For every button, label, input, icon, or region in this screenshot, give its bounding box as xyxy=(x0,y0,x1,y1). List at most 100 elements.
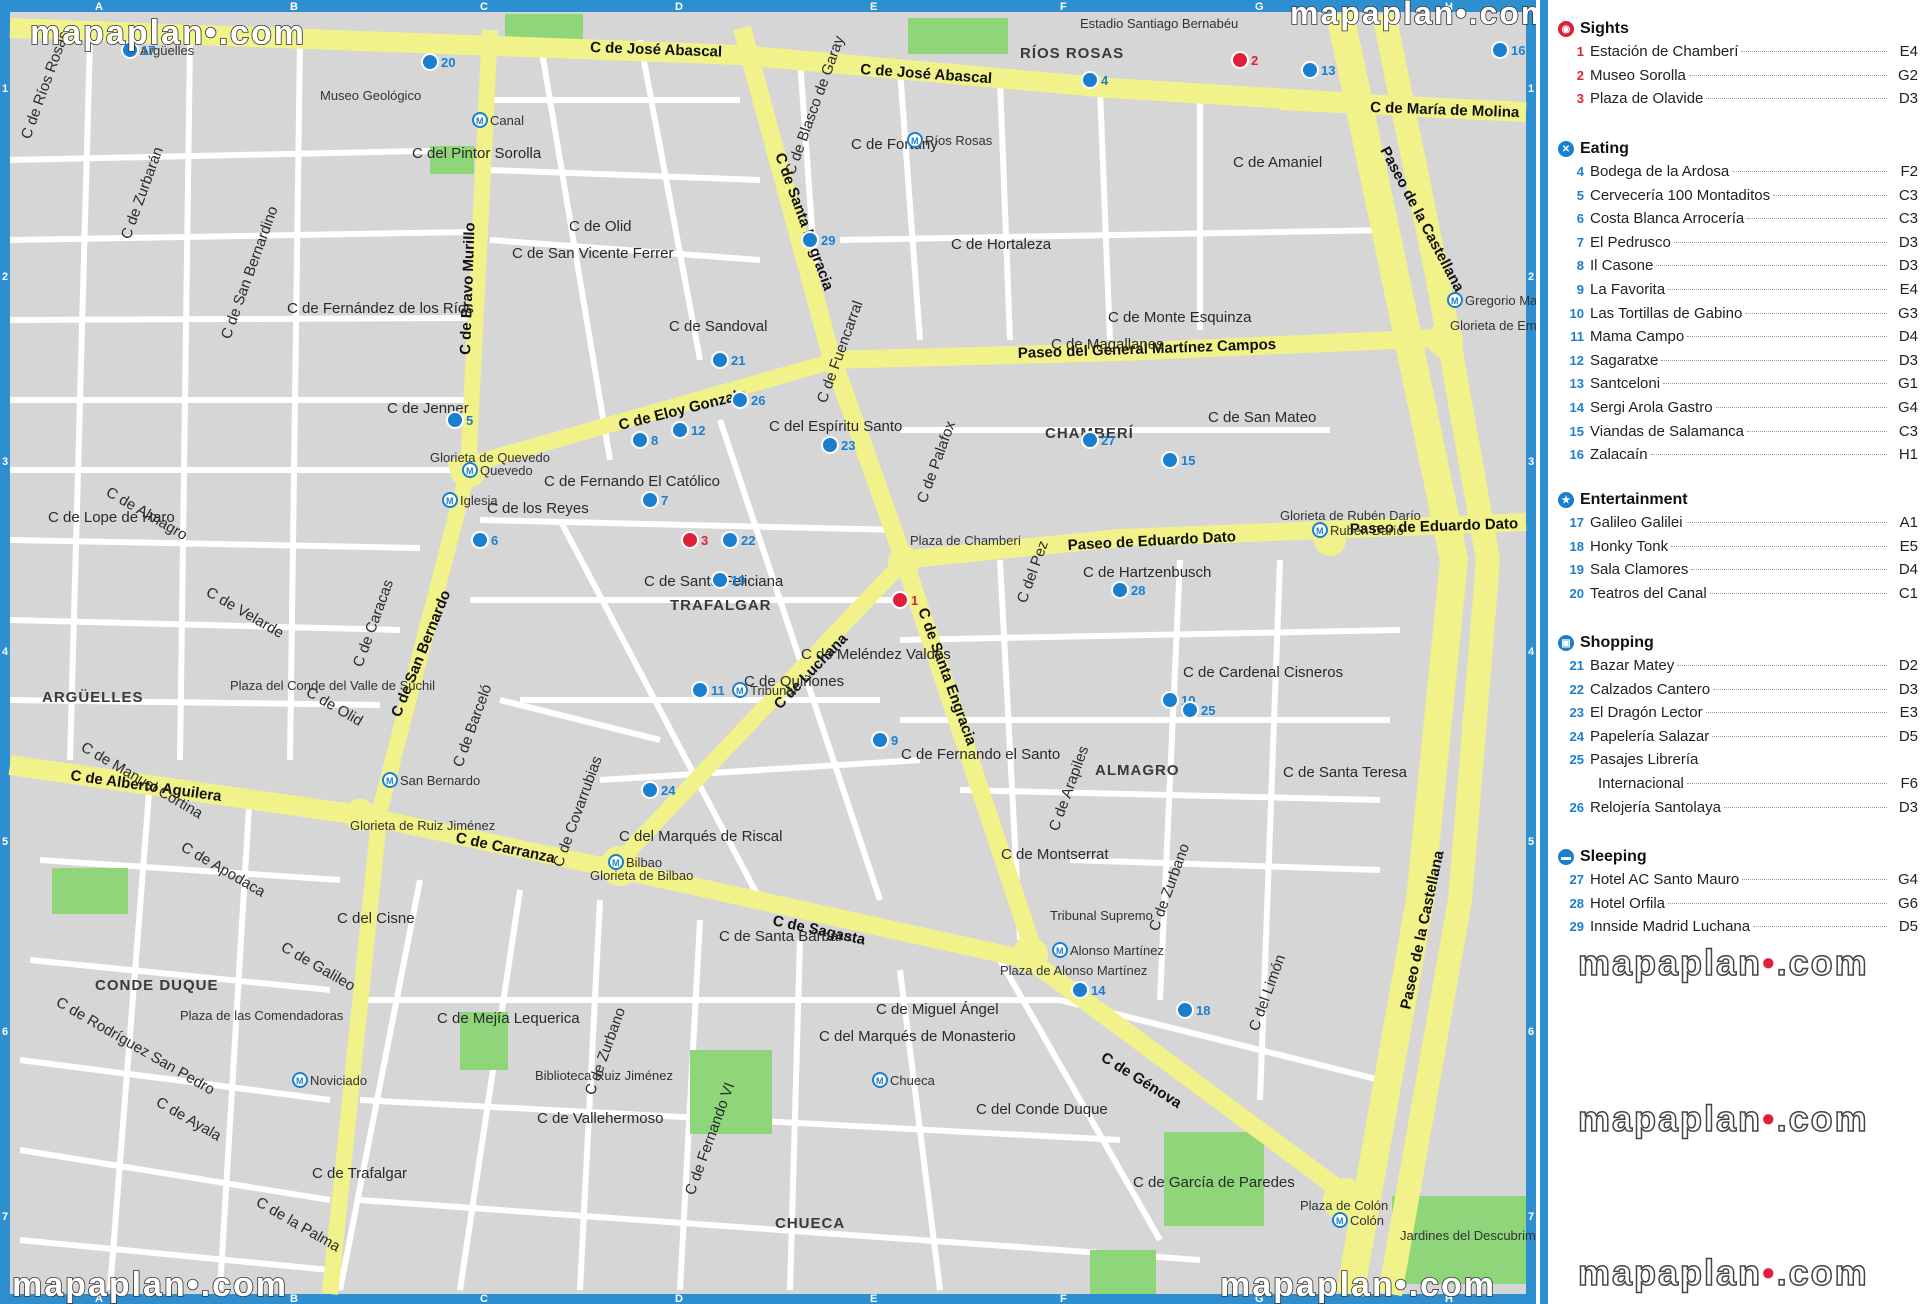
map-marker-eating[interactable]: 5 xyxy=(446,411,473,429)
legend-item[interactable]: 27 Hotel AC Santo Mauro G4 xyxy=(1558,868,1918,892)
legend-item[interactable]: 24 Papelería Salazar D5 xyxy=(1558,725,1918,749)
minor-street-label: C de Miguel Ángel xyxy=(876,1001,999,1018)
marker-number: 2 xyxy=(1251,53,1258,68)
eating-title: Eating xyxy=(1580,140,1629,157)
legend-item[interactable]: 26 Relojería Santolaya D3 xyxy=(1558,796,1918,820)
minor-street-label: C de Monte Esquinza xyxy=(1108,309,1252,326)
metro-station-icon[interactable]: M xyxy=(1312,522,1328,538)
marker-number: 12 xyxy=(691,423,705,438)
map-marker-sights[interactable]: 3 xyxy=(681,531,708,549)
grid-number-right: 1 xyxy=(1528,83,1534,95)
poi-label: Plaza de las Comendadoras xyxy=(180,1008,344,1023)
legend-item[interactable]: 25 Pasajes Librería xyxy=(1558,748,1918,772)
legend-item-number: 29 xyxy=(1569,919,1584,935)
legend-item[interactable]: 19 Sala Clamores D4 xyxy=(1558,558,1918,582)
metro-station-label: San Bernardo xyxy=(400,773,480,788)
marker-number: 29 xyxy=(821,233,835,248)
grid-letter-top: D xyxy=(675,1,683,13)
legend-item[interactable]: 10 Las Tortillas de Gabino G3 xyxy=(1558,302,1918,326)
legend-item[interactable]: 3 Plaza de Olavide D3 xyxy=(1558,87,1918,111)
poi-label: Glorieta de Emilio Castelar xyxy=(1450,318,1536,333)
legend-item[interactable]: 1 Estación de Chamberí E4 xyxy=(1558,40,1918,64)
metro-station-label: Alonso Martínez xyxy=(1070,943,1164,958)
legend-item[interactable]: 2 Museo Sorolla G2 xyxy=(1558,64,1918,88)
metro-station-icon[interactable]: M xyxy=(872,1072,888,1088)
legend-item-name: Hotel Orfila xyxy=(1590,894,1666,912)
leader-dots xyxy=(1671,545,1887,547)
poi-label: Plaza de Chamberí xyxy=(910,533,1022,548)
metro-station-icon[interactable]: M xyxy=(1332,1212,1348,1228)
legend-item[interactable]: 22 Calzados Cantero D3 xyxy=(1558,678,1918,702)
metro-station-icon[interactable]: M xyxy=(608,854,624,870)
legend-item[interactable]: 14 Sergi Arola Gastro G4 xyxy=(1558,396,1918,420)
minor-street-label: C de Vallehermoso xyxy=(537,1110,663,1127)
metro-station-icon[interactable]: M xyxy=(382,772,398,788)
legend-item[interactable]: 5 Cervecería 100 Montaditos C3 xyxy=(1558,184,1918,208)
legend-item[interactable]: 29 Innside Madrid Luchana D5 xyxy=(1558,915,1918,939)
legend-item-number: 22 xyxy=(1569,681,1584,697)
legend-item-name: Relojería Santolaya xyxy=(1590,798,1721,816)
leader-dots xyxy=(1713,688,1887,690)
metro-station-icon[interactable]: M xyxy=(442,492,458,508)
plaza-chamberi[interactable] xyxy=(888,546,920,578)
legend-item-name: Internacional xyxy=(1598,774,1684,792)
map-marker-eating[interactable]: 9 xyxy=(871,731,898,749)
map-marker-eating[interactable]: 7 xyxy=(641,491,668,509)
legend-item[interactable]: 23 El Dragón Lector E3 xyxy=(1558,701,1918,725)
metro-station-label: Canal xyxy=(490,113,524,128)
metro-station-icon[interactable]: M xyxy=(472,112,488,128)
legend-item-number: 28 xyxy=(1569,895,1584,911)
metro-station-icon[interactable]: M xyxy=(1052,942,1068,958)
map-marker-sights[interactable]: 2 xyxy=(1231,51,1258,69)
map-watermark: mapaplan•.com xyxy=(30,14,306,52)
legend-item[interactable]: 6 Costa Blanca Arrocería C3 xyxy=(1558,207,1918,231)
legend-item[interactable]: 28 Hotel Orfila G6 xyxy=(1558,892,1918,916)
metro-station-icon[interactable]: M xyxy=(1447,292,1463,308)
metro-station-icon[interactable]: M xyxy=(907,132,923,148)
map-marker-eating[interactable]: 4 xyxy=(1081,71,1109,89)
legend-item-grid-ref: C3 xyxy=(1898,210,1918,228)
legend-item-grid-ref: E4 xyxy=(1899,280,1918,298)
metro-station-icon[interactable]: M xyxy=(462,462,478,478)
legend-item[interactable]: 13 Santceloni G1 xyxy=(1558,372,1918,396)
legend-item[interactable]: 16 Zalacaín H1 xyxy=(1558,443,1918,467)
legend-item[interactable]: 11 Mama Campo D4 xyxy=(1558,325,1918,349)
metro-station-icon[interactable]: M xyxy=(292,1072,308,1088)
metro-station-icon[interactable]: M xyxy=(732,682,748,698)
svg-text:M: M xyxy=(296,1076,304,1086)
shopping-bag-icon: ▣ xyxy=(1558,635,1574,651)
poi-label: Museo Geológico xyxy=(320,88,421,103)
map-watermark: mapaplan•.com xyxy=(12,1266,288,1304)
sights-icon: ◉ xyxy=(1558,21,1574,37)
minor-street-label: C de García de Paredes xyxy=(1133,1174,1295,1191)
leader-dots xyxy=(1741,51,1887,52)
map-marker-eating[interactable]: 8 xyxy=(631,431,658,449)
svg-text:M: M xyxy=(466,466,474,476)
legend-item-grid-ref: D4 xyxy=(1898,561,1918,579)
legend-item[interactable]: 18 Honky Tonk E5 xyxy=(1558,535,1918,559)
minor-street-label: C de Amaniel xyxy=(1233,154,1322,171)
legend-item[interactable]: 8 Il Casone D3 xyxy=(1558,254,1918,278)
legend-item-continued[interactable]: Internacional F6 xyxy=(1558,772,1918,796)
map-marker-eating[interactable]: 6 xyxy=(471,531,498,549)
legend-item[interactable]: 7 El Pedrusco D3 xyxy=(1558,231,1918,255)
legend-item[interactable]: 20 Teatros del Canal C1 xyxy=(1558,582,1918,606)
legend-item-grid-ref: E3 xyxy=(1899,704,1918,722)
sights-title: Sights xyxy=(1580,20,1629,37)
leader-dots xyxy=(1753,926,1887,928)
legend-item-grid-ref: E5 xyxy=(1899,537,1918,555)
legend-item[interactable]: 17 Galileo Galilei A1 xyxy=(1558,511,1918,535)
legend-item[interactable]: 4 Bodega de la Ardosa F2 xyxy=(1558,160,1918,184)
legend-sleeping: ▬ Sleeping 27 Hotel AC Santo Mauro G4 28 Hote… xyxy=(1558,846,1918,939)
map-marker-sights[interactable]: 1 xyxy=(891,591,918,609)
legend-item[interactable]: 15 Viandas de Salamanca C3 xyxy=(1558,420,1918,444)
legend-item[interactable]: 12 Sagaratxe D3 xyxy=(1558,349,1918,373)
legend-item[interactable]: 21 Bazar Matey D2 xyxy=(1558,654,1918,678)
legend-entertainment: ★ Entertainment 17 Galileo Galilei A1 18 Honk… xyxy=(1558,489,1918,605)
minor-street-label: C del Cisne xyxy=(337,910,415,927)
grid-letter-top: F xyxy=(1060,1,1067,13)
city-map[interactable]: AABBCCDDEEFFGGHH1 12 23 34 45 56 67 7 C de José… xyxy=(0,0,1536,1304)
legend-item-grid-ref: D3 xyxy=(1898,257,1918,275)
legend-item-number: 8 xyxy=(1576,258,1584,274)
legend-item[interactable]: 9 La Favorita E4 xyxy=(1558,278,1918,302)
